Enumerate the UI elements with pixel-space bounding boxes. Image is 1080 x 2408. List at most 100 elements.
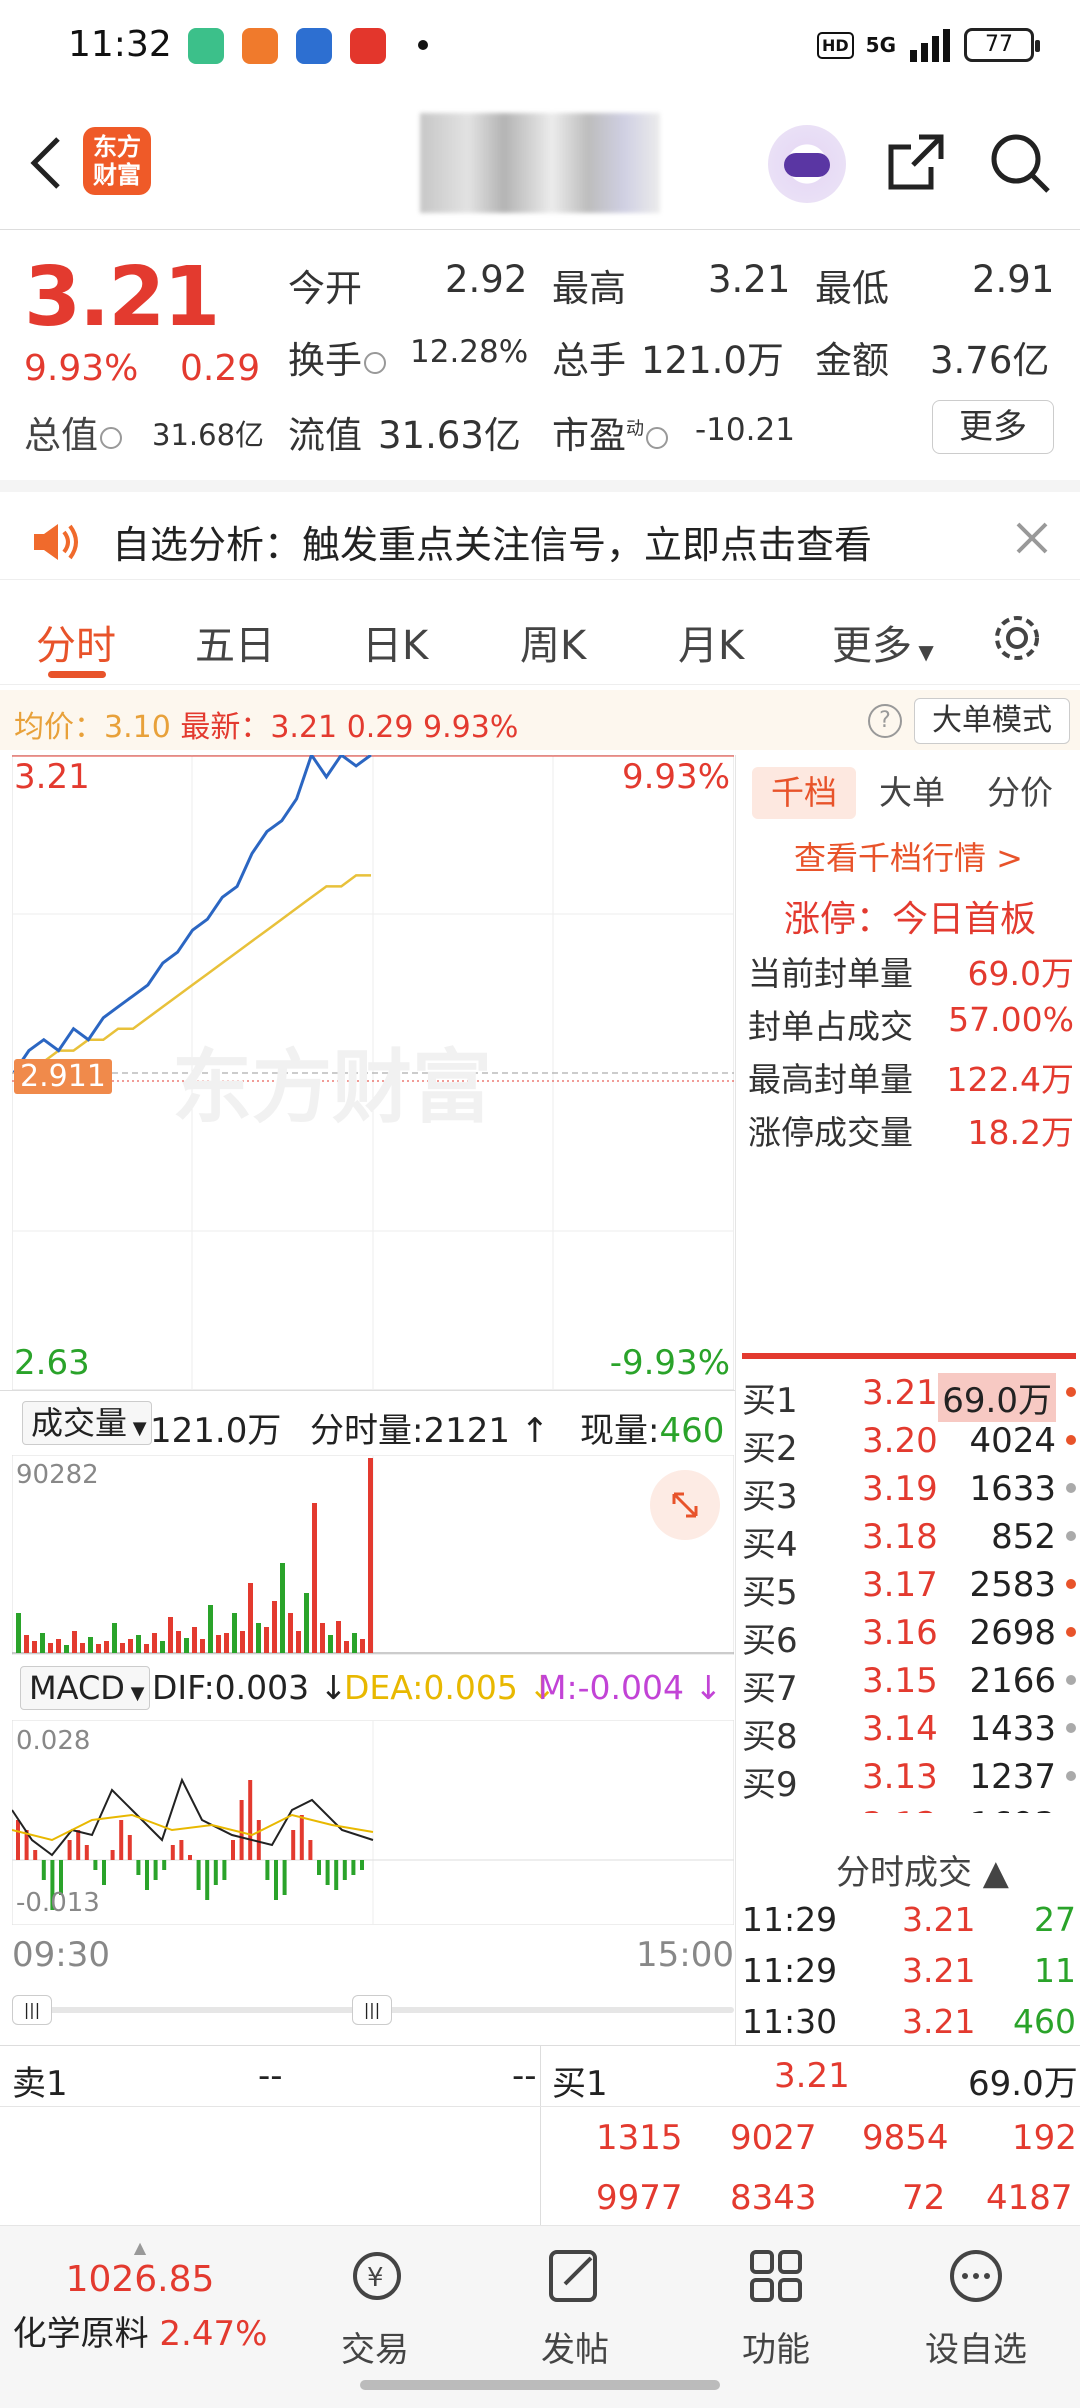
volume-bar xyxy=(104,1641,109,1653)
tab-intraday[interactable]: 分时 xyxy=(36,613,116,671)
macd-bottom: -0.013 xyxy=(16,1888,100,1918)
trade-icon: ¥ xyxy=(345,2246,405,2306)
share-icon[interactable] xyxy=(885,131,947,193)
tab-weekly-k[interactable]: 周K xyxy=(520,613,586,671)
tab-more[interactable]: 更多 ▼ xyxy=(832,613,934,671)
nav-trade[interactable]: ¥ 交易 xyxy=(305,2246,445,2371)
alert-text: 自选分析：触发重点关注信号，立即点击查看 xyxy=(112,523,873,567)
chart-top-pct: 9.93% xyxy=(621,757,730,797)
sector-index-name: 化学原料 2.47% xyxy=(12,2314,268,2354)
volume-bar xyxy=(112,1623,117,1653)
macd-indicator-select[interactable]: MACD ▼ xyxy=(20,1666,150,1710)
macd-bar xyxy=(145,1860,149,1890)
volume-bar xyxy=(312,1503,317,1653)
nav-post[interactable]: 发帖 xyxy=(505,2246,645,2371)
volume-bar xyxy=(176,1631,181,1653)
limit-row: 最高封单量 122.4万 xyxy=(748,1060,1074,1099)
chart-bottom-pct: -9.93% xyxy=(609,1343,730,1383)
big-order-mode-button[interactable]: 大单模式 xyxy=(914,698,1070,744)
volume-chart xyxy=(12,1455,734,1655)
range-handle-right[interactable]: ||| xyxy=(352,1995,392,2025)
volume-bar xyxy=(40,1633,45,1653)
macd-bar xyxy=(274,1860,278,1900)
macd-bar xyxy=(16,1820,20,1860)
tab-five-day[interactable]: 五日 xyxy=(195,613,275,671)
macd-chart xyxy=(12,1720,734,1925)
tab-level-thousand[interactable]: 千档 xyxy=(752,767,856,819)
volume-bar xyxy=(224,1633,229,1653)
price-chart-svg: 东方财富 xyxy=(12,755,734,1390)
range-handle-left[interactable]: ||| xyxy=(12,1995,52,2025)
queue-cell: 8343 xyxy=(730,2178,817,2218)
expand-icon[interactable] xyxy=(650,1470,720,1540)
tab-big-orders[interactable]: 大单 xyxy=(864,767,960,819)
help-icon[interactable]: ? xyxy=(868,704,902,738)
current-volume: 现量:460 xyxy=(580,1411,725,1451)
nav-add-watchlist-label: 设自选 xyxy=(925,2330,1027,2370)
limit-up-title: 涨停：今日首板 xyxy=(784,899,1037,940)
top-nav: 东方 财富 xyxy=(0,95,1080,230)
buy1-qty: 69.0万 xyxy=(968,2064,1078,2104)
nav-trade-label: 交易 xyxy=(341,2330,409,2370)
volume-indicator-select[interactable]: 成交量 ▼ xyxy=(22,1401,152,1445)
alert-bar[interactable]: 自选分析：触发重点关注信号，立即点击查看 xyxy=(0,480,1080,580)
close-icon[interactable] xyxy=(1012,518,1052,558)
tab-price-dist[interactable]: 分价 xyxy=(972,767,1068,819)
low-label: 最低 xyxy=(815,267,889,310)
chart-tabs: 分时 五日 日K 周K 月K 更多 ▼ xyxy=(0,585,1080,685)
price-change: 0.29 xyxy=(180,348,261,389)
bid-row: 买7 3.15 2166 xyxy=(742,1661,1076,1709)
macd-dif: DIF:0.003 ↓ xyxy=(152,1668,348,1707)
volume-bar xyxy=(96,1644,101,1653)
limit-row: 封单占成交 57.00% xyxy=(748,1000,1074,1046)
assistant-robot-icon[interactable] xyxy=(768,125,846,203)
tab-daily-k[interactable]: 日K xyxy=(362,613,428,671)
volume-bar xyxy=(160,1641,165,1653)
volume-bar xyxy=(32,1641,37,1653)
bid-list: 买1 3.21 69.0万 买2 3.20 4024 买3 3.19 1633 买4 3.18 852… xyxy=(736,1373,1080,1813)
macd-bar xyxy=(317,1860,321,1875)
volume-bar xyxy=(256,1623,261,1653)
macd-bar xyxy=(110,1850,115,1860)
edit-icon xyxy=(545,2246,605,2306)
high-value: 3.21 xyxy=(708,258,791,301)
macd-bar xyxy=(248,1780,253,1860)
trade-row: 11:29 3.21 27 xyxy=(742,1900,1076,1939)
chart-range-scrollbar[interactable]: ||| ||| xyxy=(12,1995,734,2025)
turnover-value: 12.28% xyxy=(410,334,529,370)
volume-bar xyxy=(240,1631,245,1653)
macd-bar xyxy=(360,1860,364,1870)
volume-bar xyxy=(192,1627,197,1653)
macd-bar xyxy=(93,1860,98,1870)
stock-name-blurred xyxy=(420,113,660,213)
trades-title[interactable]: 分时成交 ▲ xyxy=(836,1845,1009,1894)
divider xyxy=(540,2046,541,2226)
tab-monthly-k[interactable]: 月K xyxy=(678,613,744,671)
nav-functions[interactable]: 功能 xyxy=(706,2246,846,2371)
macd-bar xyxy=(213,1860,218,1885)
macd-bar xyxy=(308,1840,313,1860)
view-depth-link[interactable]: 查看千档行情 > xyxy=(794,833,1023,879)
app-logo: 东方 财富 xyxy=(83,127,151,195)
strip-text: 均价：3.10 最新：3.21 0.29 9.93% xyxy=(14,710,519,745)
minute-volume: 分时量:2121 ↑ xyxy=(310,1411,550,1451)
volume-bar xyxy=(208,1605,213,1653)
volume-bar xyxy=(272,1601,277,1653)
hd-icon: HD xyxy=(816,31,854,59)
intraday-chart[interactable]: 东方财富 3.21 9.93% 2.911 2.63 -9.93% xyxy=(12,755,734,1390)
search-icon[interactable] xyxy=(988,131,1052,195)
macd-bar xyxy=(162,1860,167,1870)
nav-add-watchlist[interactable]: 设自选 xyxy=(906,2246,1046,2371)
macd-bar xyxy=(196,1860,201,1890)
volume-bar xyxy=(56,1639,61,1653)
queue-cell: 72 xyxy=(902,2178,946,2218)
right-tabs: 千档 大单 分价 xyxy=(746,761,1076,819)
battery-icon: 77 xyxy=(964,28,1040,62)
macd-bar xyxy=(282,1860,287,1895)
more-button[interactable]: 更多 xyxy=(932,400,1054,454)
gear-icon[interactable] xyxy=(990,611,1044,665)
back-icon[interactable] xyxy=(22,133,72,193)
volume-bar xyxy=(264,1627,269,1653)
sector-index[interactable]: ▲ 1026.85 化学原料 2.47% xyxy=(10,2238,270,2355)
volume-bar xyxy=(64,1645,69,1653)
